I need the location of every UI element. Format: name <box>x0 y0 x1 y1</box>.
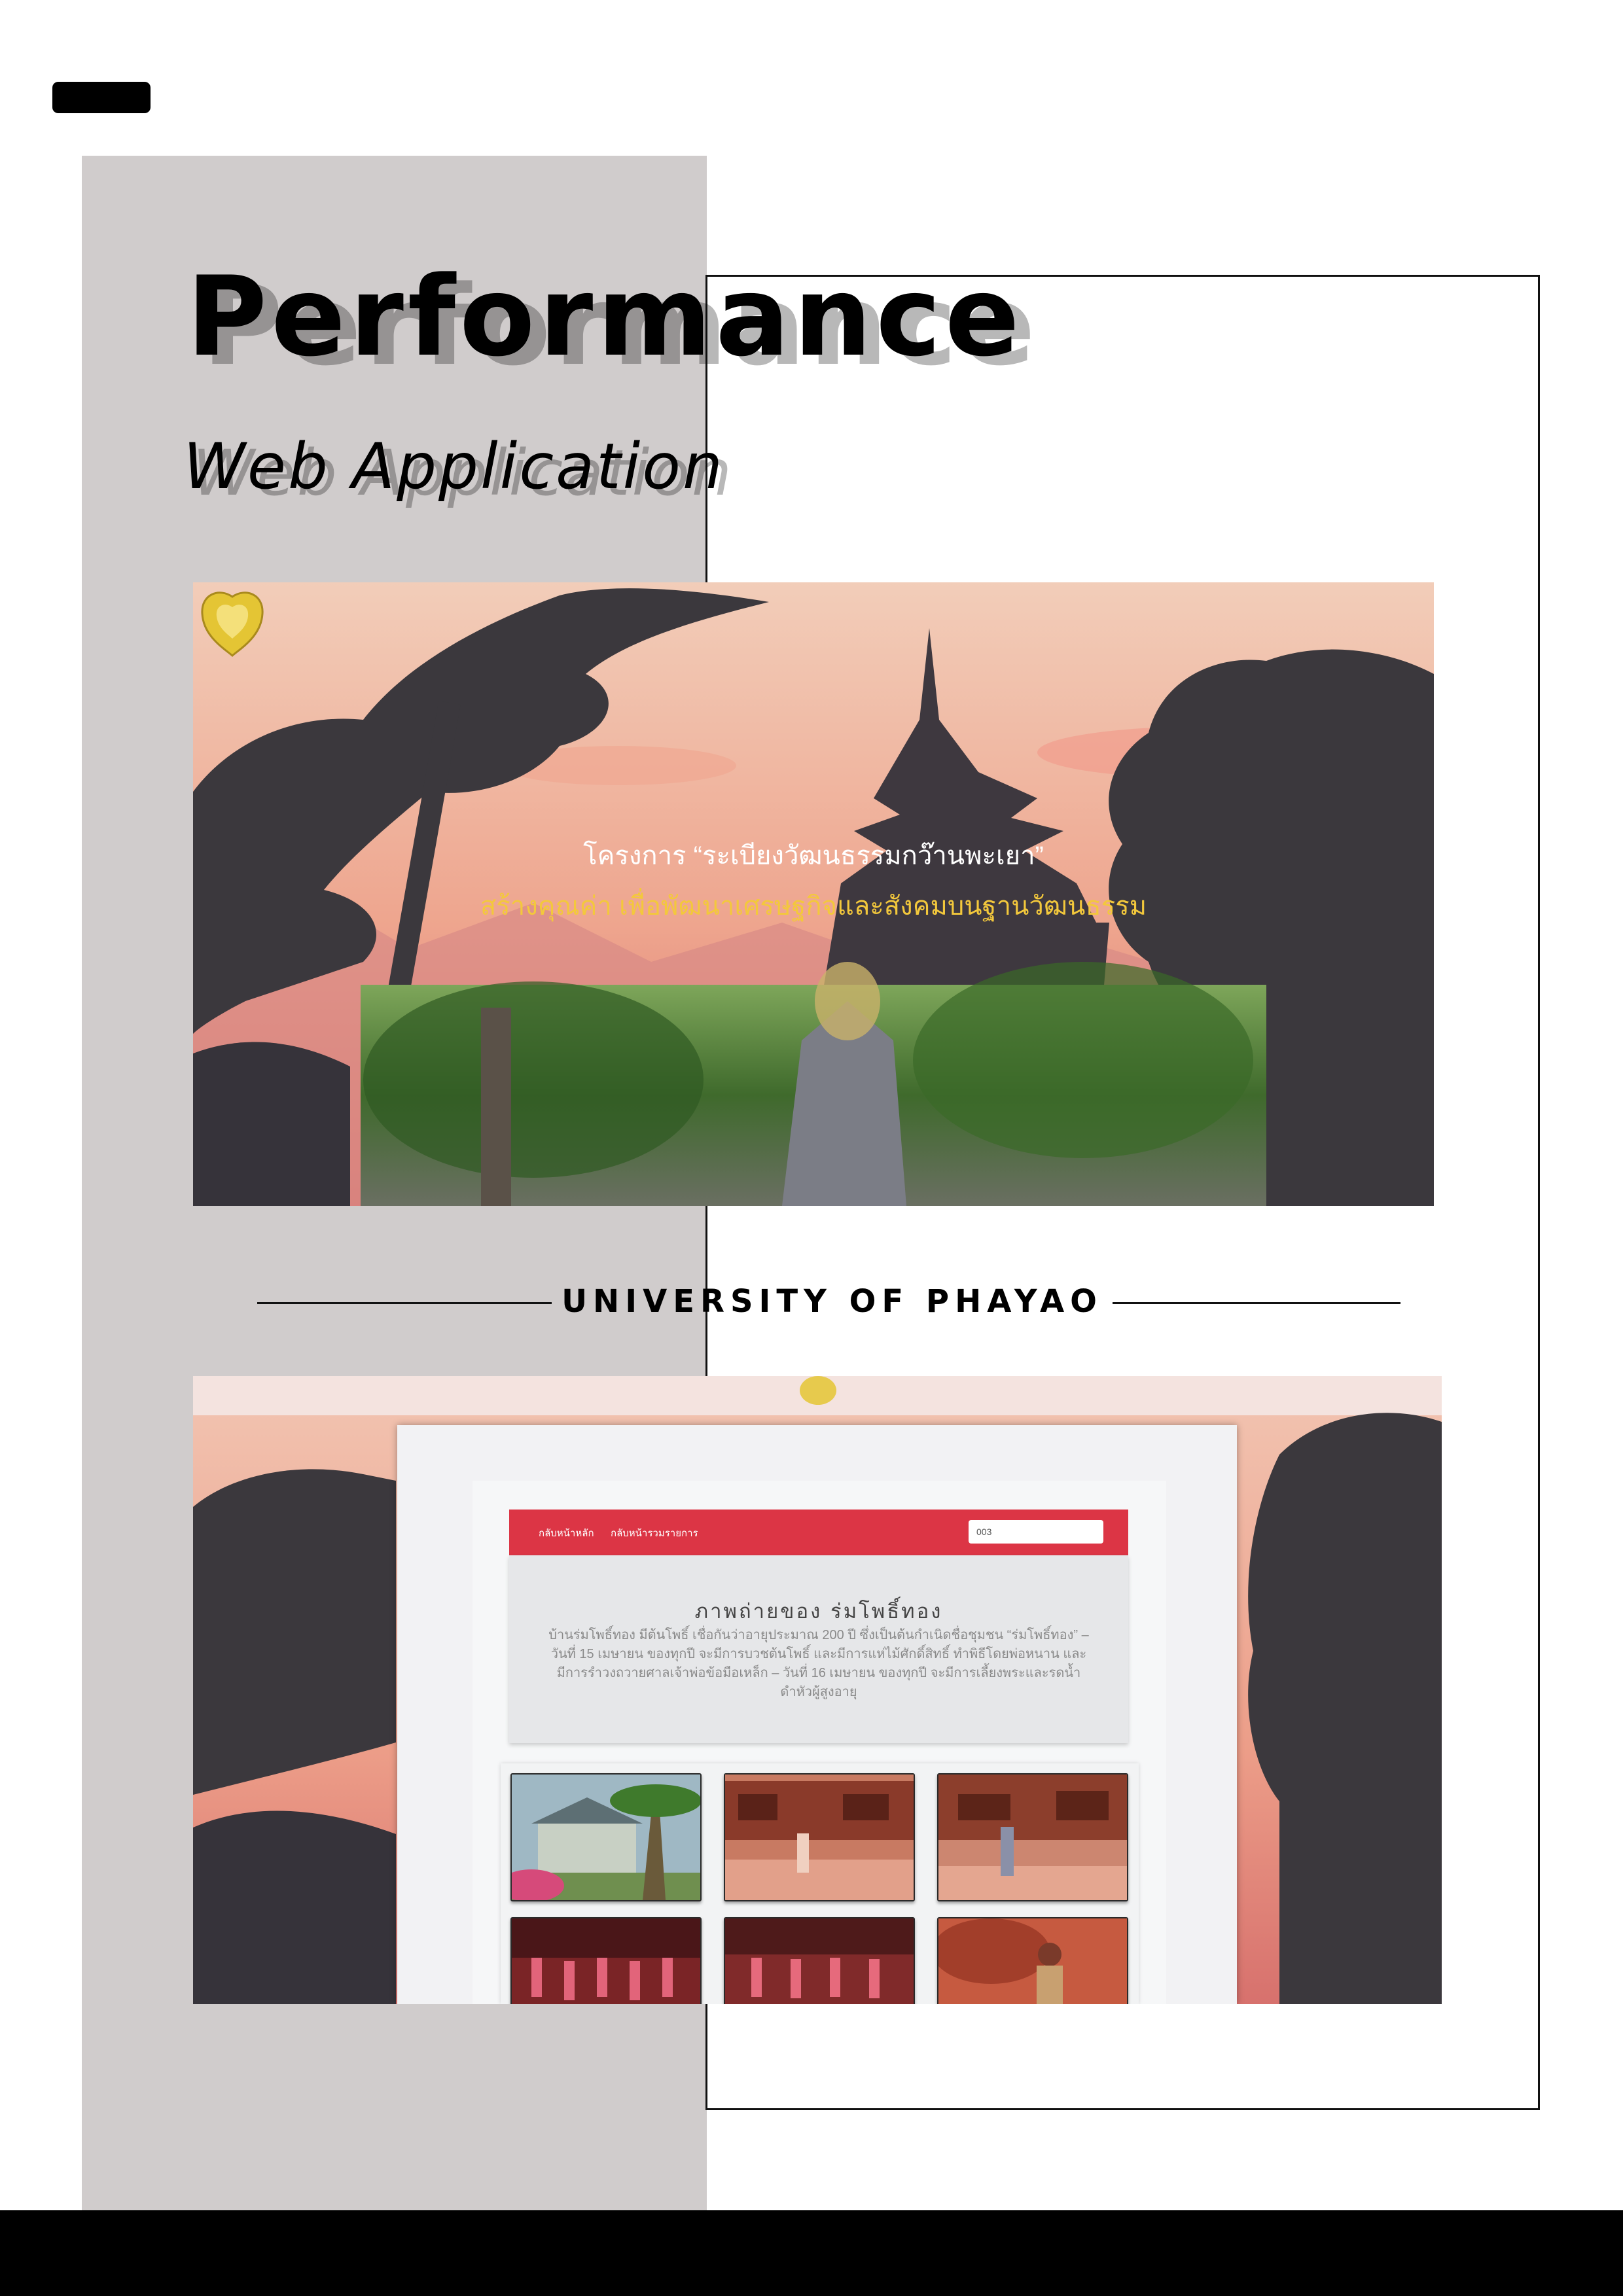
photo-gallery <box>501 1763 1139 2004</box>
page-title: Performance <box>187 253 1024 381</box>
nav-home-link[interactable]: กลับหน้าหลัก <box>539 1525 594 1541</box>
photo-thumbnail[interactable] <box>724 1773 915 1901</box>
project-tagline: สร้างคุณค่า เพื่อพัฒนาเศรษฐกิจและสังคมบน… <box>480 892 1147 921</box>
dancers-photo-icon <box>725 1918 914 2004</box>
divider-right <box>1113 1302 1400 1304</box>
divider-left <box>257 1302 552 1304</box>
gallery-title: ภาพถ่ายของ ร่มโพธิ์ทอง <box>694 1600 943 1623</box>
photo-thumbnail[interactable] <box>510 1773 702 1901</box>
search-input[interactable]: 003 <box>969 1520 1103 1544</box>
footer-bar <box>0 2210 1623 2296</box>
university-emblem-icon <box>201 592 264 657</box>
wooden-house-photo-icon <box>725 1775 914 1900</box>
photo-thumbnail[interactable] <box>724 1917 915 2004</box>
project-title: โครงการ “ระเบียงวัฒนธรรมกว๊านพะเยา” <box>583 841 1044 870</box>
section-heading: UNIVERSITY OF PHAYAO <box>562 1283 1103 1320</box>
photo-thumbnail[interactable] <box>510 1917 702 2004</box>
screenshot-gallery-page: กลับหน้าหลัก กลับหน้ารวมรายการ 003 ภาพถ่… <box>193 1376 1442 2004</box>
nav-list-link[interactable]: กลับหน้ารวมรายการ <box>611 1525 698 1541</box>
gallery-description: บ้านร่มโพธิ์ทอง มีต้นโพธิ์ เชื่อกันว่าอา… <box>548 1628 1089 1699</box>
wooden-house-photo-icon <box>938 1775 1127 1900</box>
navbar: กลับหน้าหลัก กลับหน้ารวมรายการ 003 <box>509 1510 1128 1555</box>
person-photo-icon <box>938 1918 1127 2004</box>
photo-thumbnail[interactable] <box>937 1917 1128 2004</box>
screenshot-landing-page: โครงการ “ระเบียงวัฒนธรรมกว๊านพะเยา” สร้า… <box>193 582 1434 1206</box>
photo-thumbnail[interactable] <box>937 1773 1128 1901</box>
house-palms-photo-icon <box>512 1775 700 1900</box>
dancers-photo-icon <box>512 1918 700 2004</box>
logo-badge <box>52 82 151 113</box>
gallery-info-card: ภาพถ่ายของ ร่มโพธิ์ทอง บ้านร่มโพธิ์ทอง ม… <box>509 1555 1128 1743</box>
page-subtitle: Web Application <box>183 430 724 503</box>
